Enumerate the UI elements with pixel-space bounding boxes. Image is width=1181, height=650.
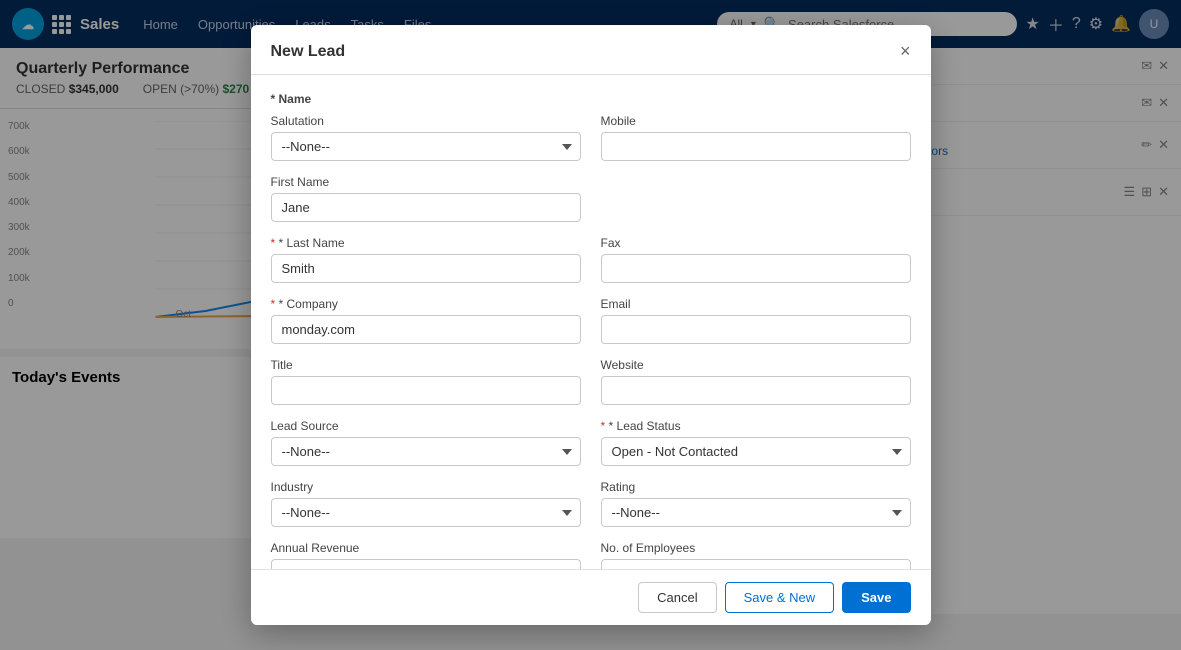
fax-input[interactable] [601,254,911,283]
mobile-label: Mobile [601,114,911,128]
modal-title: New Lead [271,43,346,61]
industry-rating-row: Industry --None-- Agriculture Apparel Ba… [271,480,911,527]
lead-status-label: * Lead Status [601,419,911,433]
title-website-row: Title Website [271,358,911,405]
modal-body: * Name Salutation --None-- Mr. Ms. Mrs. … [251,75,931,569]
save-button[interactable]: Save [842,582,910,613]
no-of-employees-input[interactable] [601,559,911,569]
title-input[interactable] [271,376,581,405]
email-input[interactable] [601,315,911,344]
salutation-select[interactable]: --None-- Mr. Ms. Mrs. Dr. Prof. [271,132,581,161]
lead-source-label: Lead Source [271,419,581,433]
title-label: Title [271,358,581,372]
title-col: Title [271,358,581,405]
lead-source-col: Lead Source --None-- Web Phone Inquiry P… [271,419,581,466]
industry-col: Industry --None-- Agriculture Apparel Ba… [271,480,581,527]
mobile-input[interactable] [601,132,911,161]
company-input[interactable] [271,315,581,344]
website-input[interactable] [601,376,911,405]
annual-revenue-col: Annual Revenue [271,541,581,569]
no-of-employees-label: No. of Employees [601,541,911,555]
fax-label: Fax [601,236,911,250]
company-email-row: * Company Email [271,297,911,344]
email-label: Email [601,297,911,311]
last-name-label: * Last Name [271,236,581,250]
modal-overlay: New Lead × * Name Salutation --None-- Mr… [0,0,1181,650]
email-col: Email [601,297,911,344]
modal-dialog: New Lead × * Name Salutation --None-- Mr… [251,25,931,625]
last-name-col: * Last Name [271,236,581,283]
industry-label: Industry [271,480,581,494]
mobile-col: Mobile [601,114,911,161]
lead-source-select[interactable]: --None-- Web Phone Inquiry Partner Refer… [271,437,581,466]
lead-status-select[interactable]: Open - Not Contacted Working - Contacted… [601,437,911,466]
name-section-label: * Name [271,91,911,106]
last-name-fax-row: * Last Name Fax [271,236,911,283]
modal-header: New Lead × [251,25,931,75]
company-col: * Company [271,297,581,344]
fax-col-spacer [601,175,911,222]
leadsource-leadstatus-row: Lead Source --None-- Web Phone Inquiry P… [271,419,911,466]
website-col: Website [601,358,911,405]
first-name-label: First Name [271,175,581,189]
revenue-employees-row: Annual Revenue No. of Employees [271,541,911,569]
company-label: * Company [271,297,581,311]
salutation-label: Salutation [271,114,581,128]
lead-status-col: * Lead Status Open - Not Contacted Worki… [601,419,911,466]
fax-col: Fax [601,236,911,283]
website-label: Website [601,358,911,372]
no-of-employees-col: No. of Employees [601,541,911,569]
annual-revenue-label: Annual Revenue [271,541,581,555]
salutation-col: Salutation --None-- Mr. Ms. Mrs. Dr. Pro… [271,114,581,161]
rating-select[interactable]: --None-- Hot Warm Cold [601,498,911,527]
rating-label: Rating [601,480,911,494]
cancel-button[interactable]: Cancel [638,582,716,613]
first-name-col: First Name [271,175,581,222]
first-name-input[interactable] [271,193,581,222]
salutation-mobile-row: Salutation --None-- Mr. Ms. Mrs. Dr. Pro… [271,114,911,161]
modal-close-button[interactable]: × [900,41,911,62]
industry-select[interactable]: --None-- Agriculture Apparel Banking Tec… [271,498,581,527]
first-name-row: First Name [271,175,911,222]
save-and-new-button[interactable]: Save & New [725,582,835,613]
rating-col: Rating --None-- Hot Warm Cold [601,480,911,527]
annual-revenue-input[interactable] [271,559,581,569]
modal-footer: Cancel Save & New Save [251,569,931,625]
last-name-input[interactable] [271,254,581,283]
